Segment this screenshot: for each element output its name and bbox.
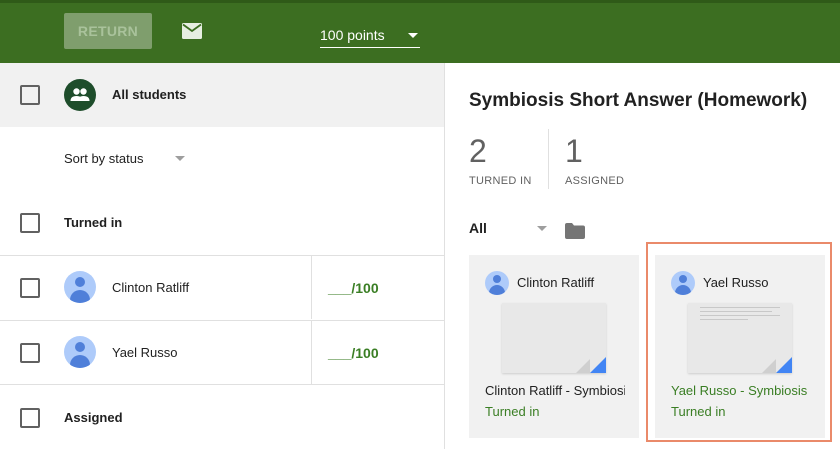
divider bbox=[311, 255, 312, 319]
student-checkbox[interactable] bbox=[20, 343, 40, 363]
chevron-down-icon bbox=[408, 33, 418, 38]
page-title: Symbiosis Short Answer (Homework) bbox=[469, 90, 808, 111]
section-turned-in: Turned in bbox=[64, 215, 123, 230]
submission-card[interactable]: Clinton Ratliff Clinton Ratliff - Symbio… bbox=[469, 255, 639, 438]
assigned-label: ASSIGNED bbox=[565, 175, 625, 187]
selection-highlight bbox=[646, 242, 832, 442]
return-button[interactable]: RETURN bbox=[64, 13, 152, 49]
section-assigned: Assigned bbox=[64, 410, 123, 425]
divider bbox=[311, 320, 312, 384]
avatar bbox=[64, 336, 96, 368]
divider bbox=[548, 129, 549, 189]
divider bbox=[0, 320, 444, 321]
chevron-down-icon[interactable] bbox=[175, 156, 185, 161]
grade-field[interactable]: ___/100 bbox=[328, 280, 379, 296]
document-thumbnail[interactable] bbox=[502, 303, 606, 373]
assignment-panel: Symbiosis Short Answer (Homework) 2 TURN… bbox=[445, 63, 840, 449]
chevron-down-icon[interactable] bbox=[537, 226, 547, 231]
folder-icon[interactable] bbox=[565, 223, 585, 239]
group-icon bbox=[64, 79, 96, 111]
student-list-panel: All students Sort by status Turned in Cl… bbox=[0, 63, 445, 449]
assigned-checkbox[interactable] bbox=[20, 408, 40, 428]
card-student-name: Clinton Ratliff bbox=[517, 275, 595, 290]
all-students-label: All students bbox=[112, 87, 187, 102]
student-checkbox[interactable] bbox=[20, 278, 40, 298]
status-badge: Turned in bbox=[485, 404, 540, 419]
filter-dropdown[interactable]: All bbox=[469, 220, 487, 236]
sort-dropdown[interactable]: Sort by status bbox=[64, 151, 143, 166]
student-name: Yael Russo bbox=[112, 345, 178, 360]
avatar bbox=[485, 271, 509, 295]
turned-in-count: 2 bbox=[469, 133, 487, 169]
turned-in-label: TURNED IN bbox=[469, 175, 532, 187]
toolbar: RETURN 100 points bbox=[0, 0, 840, 63]
avatar bbox=[64, 271, 96, 303]
grade-field[interactable]: ___/100 bbox=[328, 345, 379, 361]
card-doc-title: Clinton Ratliff - Symbiosis Short Answer bbox=[485, 383, 625, 398]
points-dropdown[interactable]: 100 points bbox=[320, 24, 420, 48]
assigned-count: 1 bbox=[565, 133, 583, 169]
mail-icon[interactable] bbox=[182, 23, 202, 39]
all-students-checkbox[interactable] bbox=[20, 85, 40, 105]
student-name: Clinton Ratliff bbox=[112, 280, 190, 295]
turned-in-checkbox[interactable] bbox=[20, 213, 40, 233]
docs-icon bbox=[590, 357, 606, 373]
divider bbox=[0, 384, 444, 385]
points-value: 100 points bbox=[320, 27, 385, 43]
all-students-row[interactable]: All students bbox=[0, 63, 444, 127]
divider bbox=[0, 255, 444, 256]
